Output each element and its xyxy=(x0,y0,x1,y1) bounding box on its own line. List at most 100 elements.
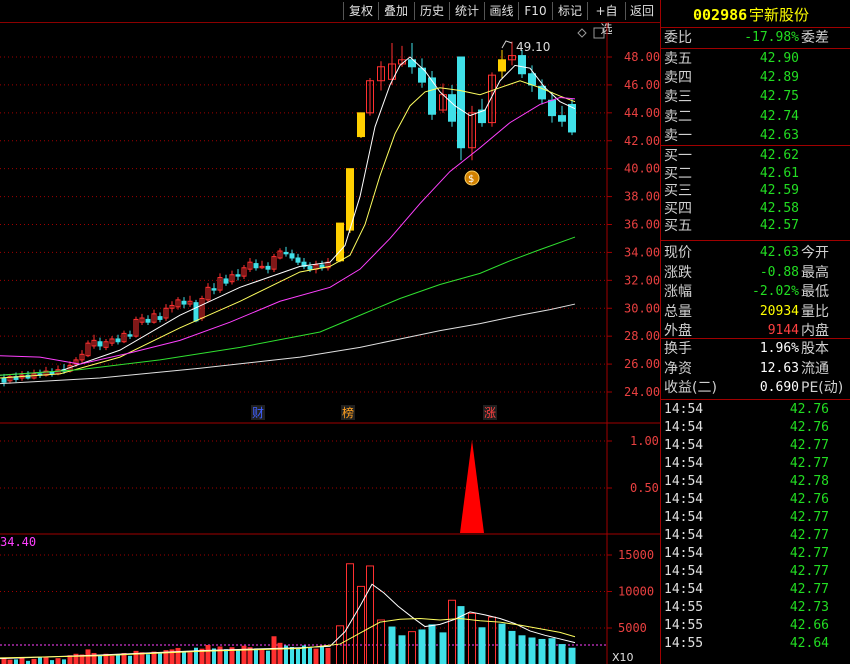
high-marker xyxy=(501,40,513,49)
ask-row: 卖五 42.90 xyxy=(661,50,850,68)
candle-body xyxy=(49,371,55,375)
fundamental-value: 1.96% xyxy=(759,341,799,356)
kline-chart[interactable]: 48.00 46.00 44.00 42.00 40.00 38.00 36.00 34.00… xyxy=(0,23,660,664)
volume-bar xyxy=(538,638,546,664)
toolbar-button-0[interactable]: 复权 xyxy=(343,2,378,20)
toolbar-button-5[interactable]: F10 xyxy=(518,2,552,20)
volume-bar xyxy=(14,659,18,664)
candle-body xyxy=(145,318,151,323)
fundamental-row: 换手 1.96% 股本 xyxy=(661,340,850,358)
toolbar-button-7[interactable]: +自选 xyxy=(587,2,625,36)
volume-bar xyxy=(146,654,150,664)
tick-time: 14:54 xyxy=(664,438,704,453)
indicator-axis-label: 0.50 xyxy=(630,481,659,495)
toolbar-button-8[interactable]: 返回 xyxy=(625,2,658,20)
bid-row: 买二 42.61 xyxy=(661,165,850,183)
quote-label2: 量比 xyxy=(801,303,829,320)
tick-row: 14:55 42.66 xyxy=(661,617,850,635)
ask-price: 42.63 xyxy=(759,127,799,143)
quote-value: 42.63 xyxy=(759,245,799,260)
toolbar-button-4[interactable]: 画线 xyxy=(484,2,518,20)
toolbar-button-1[interactable]: 叠加 xyxy=(378,2,413,20)
volume-bar xyxy=(528,637,536,664)
indicator-spike xyxy=(460,440,484,533)
volume-bar xyxy=(128,655,132,664)
weibi-row: 委比 -17.98% 委差 xyxy=(661,29,850,47)
volume-bar xyxy=(55,658,61,664)
volume-bar xyxy=(158,653,162,664)
tick-time: 14:54 xyxy=(664,474,704,489)
volume-bar xyxy=(116,655,120,664)
candle-body xyxy=(336,222,344,262)
bid-price: 42.59 xyxy=(759,183,799,199)
quote-label: 现价 xyxy=(664,245,692,261)
window-icon xyxy=(593,27,605,39)
ask-label: 卖二 xyxy=(664,108,692,125)
candle-body xyxy=(265,265,271,270)
candle-body xyxy=(97,341,103,347)
fundamental-row: 净资 12.63 流通 xyxy=(661,360,850,378)
tick-time: 14:54 xyxy=(664,510,704,525)
volume-bar xyxy=(67,655,73,664)
candle-body xyxy=(181,300,187,305)
volume-bar xyxy=(558,644,566,664)
volume-bar xyxy=(38,657,42,664)
bid-price: 42.62 xyxy=(759,148,799,163)
ask-price: 42.90 xyxy=(759,51,799,66)
ask-price: 42.89 xyxy=(759,70,799,86)
price-axis-label: 42.00 xyxy=(624,134,660,148)
quote-label2: 最低 xyxy=(801,284,829,300)
volume-bar xyxy=(548,638,556,664)
volume-bar xyxy=(398,635,406,664)
tick-price: 42.73 xyxy=(789,600,829,615)
price-axis-label: 36.00 xyxy=(624,218,660,232)
tick-row: 14:54 42.76 xyxy=(661,401,850,419)
candle-body xyxy=(448,94,456,122)
tick-price: 42.77 xyxy=(789,528,829,543)
ask-label: 卖一 xyxy=(664,127,692,144)
volume-bar xyxy=(377,619,385,664)
toolbar-button-3[interactable]: 统计 xyxy=(449,2,484,20)
ask-price: 42.74 xyxy=(759,108,799,124)
tick-row: 14:54 42.77 xyxy=(661,527,850,545)
bid-row: 买四 42.58 xyxy=(661,200,850,218)
volume-bar xyxy=(508,630,516,664)
tick-time: 14:54 xyxy=(664,564,704,579)
volume-bar xyxy=(418,629,426,664)
tick-row: 14:54 42.77 xyxy=(661,545,850,563)
price-axis-label: 38.00 xyxy=(624,190,660,204)
toolbar-button-6[interactable]: 标记 xyxy=(552,2,587,20)
tick-price: 42.76 xyxy=(789,420,829,435)
volume-bar xyxy=(325,647,331,664)
tick-price: 42.77 xyxy=(789,564,829,579)
separator xyxy=(661,399,850,400)
ask-row: 卖一 42.63 xyxy=(661,127,850,145)
price-axis-label: 30.00 xyxy=(624,301,660,315)
toolbar-button-2[interactable]: 历史 xyxy=(414,2,449,20)
candle-body xyxy=(235,274,241,277)
bid-label: 买二 xyxy=(664,165,692,182)
quote-label: 涨幅 xyxy=(664,284,692,300)
candle-body xyxy=(357,112,365,138)
diamond-icon xyxy=(577,28,587,38)
tick-row: 14:54 42.76 xyxy=(661,491,850,509)
fundamental-label2: PE(动) xyxy=(801,380,844,396)
tick-row: 14:55 42.73 xyxy=(661,599,850,617)
volume-bar xyxy=(236,649,240,664)
volume-bar xyxy=(187,652,193,664)
volume-top-label: 34.40 xyxy=(0,535,36,549)
quote-row: 总量 20934 量比 xyxy=(661,303,850,321)
tick-price: 42.77 xyxy=(789,546,829,561)
bid-price: 42.57 xyxy=(759,218,799,234)
chart-canvas[interactable]: 48.00 46.00 44.00 42.00 40.00 38.00 36.00 34.00… xyxy=(0,23,660,664)
tick-time: 14:54 xyxy=(664,492,704,507)
ask-label: 卖五 xyxy=(664,51,692,67)
volume-bar xyxy=(254,648,258,664)
volume-bar xyxy=(320,646,324,664)
candle-body xyxy=(193,302,199,322)
quote-row: 涨跌 -0.88 最高 xyxy=(661,264,850,282)
candle-body xyxy=(211,288,217,291)
fundamental-label: 收益(二) xyxy=(664,380,717,396)
tick-time: 14:54 xyxy=(664,546,704,561)
candle-body xyxy=(295,257,301,263)
